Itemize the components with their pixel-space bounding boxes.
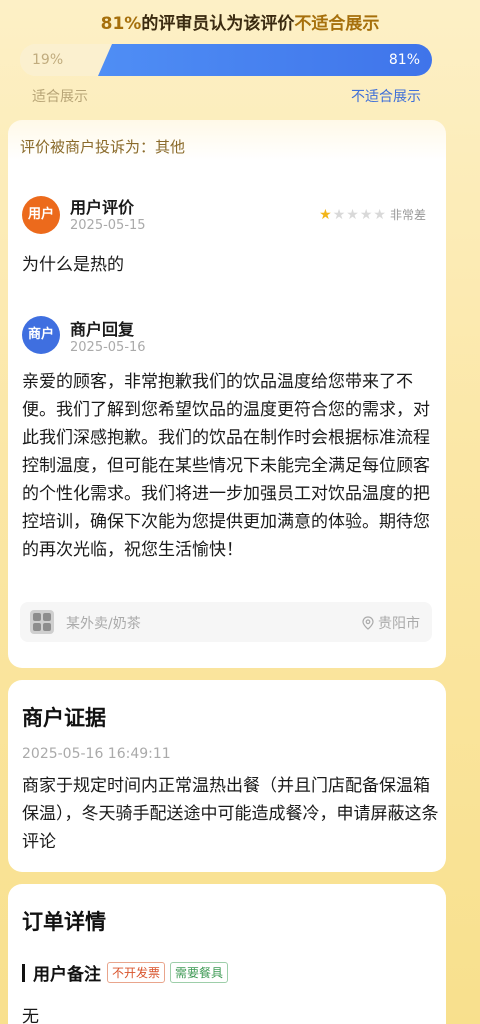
- merchant-reply-text: 亲爱的顾客，非常抱歉我们的饮品温度给您带来了不便。我们了解到您希望饮品的温度更符…: [22, 372, 430, 560]
- evidence-card: 商户证据 2025-05-16 16:49:11 商家于规定时间内正常温热出餐（…: [8, 680, 446, 872]
- user-review-text: 为什么是热的: [22, 255, 124, 275]
- user-avatar: 用户: [22, 196, 60, 234]
- unsuitable-label: 不适合展示: [351, 89, 421, 105]
- user-note-value: 无: [22, 1007, 39, 1024]
- order-details-card: 订单详情 用户备注 不开发票 需要餐具 无: [8, 884, 446, 1024]
- rating-text: 非常差: [389, 208, 426, 222]
- user-review-date: 2025-05-15: [70, 218, 146, 233]
- vote-ratio-bar: 19% 81%: [20, 44, 432, 76]
- complaint-reason: 评价被商户投诉为：其他: [20, 138, 186, 156]
- suitable-segment: 19%: [20, 44, 112, 76]
- rating-stars: ★ ★ ★ ★ ★ 非常差: [319, 206, 426, 223]
- location-pin-icon: [362, 616, 374, 630]
- merchant-reply-date: 2025-05-16: [70, 340, 146, 355]
- vote-verdict: 不适合展示: [294, 14, 380, 34]
- user-note-row: 用户备注 不开发票 需要餐具: [22, 960, 233, 985]
- evidence-text: 商家于规定时间内正常温热出餐（并且门店配备保温箱保温），冬天骑手配送途中可能造成…: [22, 776, 439, 852]
- shop-info-bar[interactable]: 某外卖/奶茶 贵阳市: [20, 602, 432, 642]
- tag-no-invoice: 不开发票: [107, 962, 166, 983]
- evidence-title: 商户证据: [22, 706, 106, 730]
- star-icon: ★: [359, 206, 373, 223]
- vote-title-middle: 的评审员认为该评价: [141, 14, 295, 34]
- star-icon: ★: [346, 206, 359, 223]
- star-icon: ★: [373, 206, 386, 223]
- tag-need-cutlery: 需要餐具: [170, 962, 229, 983]
- shop-thumbnail: [30, 610, 54, 634]
- suitable-label: 适合展示: [32, 89, 88, 105]
- star-icon: ★: [319, 206, 332, 223]
- shop-location: 贵阳市: [362, 613, 420, 633]
- vote-percent: 81%: [100, 14, 142, 34]
- merchant-avatar: 商户: [22, 316, 60, 354]
- unsuitable-segment: 81%: [98, 44, 432, 76]
- section-marker: [22, 963, 25, 982]
- merchant-reply-name: 商户回复: [70, 320, 135, 339]
- order-details-title: 订单详情: [22, 910, 106, 934]
- review-card: 评价被商户投诉为：其他 用户 用户评价 2025-05-15 ★ ★ ★ ★ ★…: [8, 120, 446, 668]
- evidence-datetime: 2025-05-16 16:49:11: [22, 746, 171, 762]
- shop-name: 某外卖/奶茶: [66, 616, 141, 632]
- shop-city: 贵阳市: [378, 616, 420, 632]
- vote-result-title: 81%的评审员认为该评价不适合展示: [0, 9, 480, 34]
- user-review-name: 用户评价: [70, 198, 135, 217]
- user-note-label: 用户备注: [33, 965, 101, 985]
- star-icon: ★: [332, 206, 346, 223]
